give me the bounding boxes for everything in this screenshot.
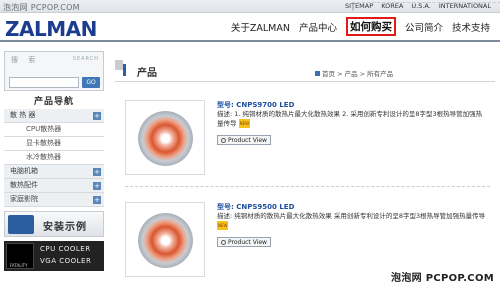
sidebar-item-label: 散热配件 [10,181,38,189]
search-go-button[interactable]: GO [82,77,100,88]
breadcrumb: 首页 > 产品 > 所有产品 [315,68,393,78]
header-divider [0,40,500,42]
sidebar-item-label: 散 热 器 [10,111,36,119]
page-title: 产品 [137,68,157,79]
top-links: SITEMAP | KOREA | U.S.A. | INTERNATIONAL [342,2,500,11]
product-view-label: Product View [228,137,267,144]
zalman-logo[interactable]: ZALMAN [5,17,97,41]
section-corner [115,60,123,70]
sidebar-item-home-theater[interactable]: 家庭影院 + [4,193,104,207]
product-view-button[interactable]: Product View [217,135,271,145]
sidebar-item-water-coolers[interactable]: 水冷散热器 [4,151,104,165]
page-header: 产品 首页 > 产品 > 所有产品 [115,60,495,82]
sidebar-item-cases[interactable]: 电脑机箱 + [4,165,104,179]
sidebar-item-label: 电脑机箱 [10,167,38,175]
top-link-korea[interactable]: KOREA [378,2,406,10]
cpu-cooler-label: CPU COOLER [40,245,91,253]
product-image[interactable] [125,100,205,175]
watermark-bottom: 泡泡网 PCPOP.COM [391,273,494,284]
product-description: 描述: 纯铜材质的散热片最大化散热效果 采用创新专利设计的呈8字型3根热导管加强… [217,212,487,231]
product-description-text: 描述: 1. 纯铜材质的散热片最大化散热效果 2. 采用创新专利设计的呈8字型3… [217,110,483,128]
expand-plus-icon[interactable]: + [93,168,101,176]
main-content: 产品 首页 > 产品 > 所有产品 [115,60,495,82]
nav-company[interactable]: 公司简介 [405,20,443,36]
search-label: 搜 索 [11,56,40,64]
sidebar-item-label: 水冷散热器 [26,153,61,161]
title-marker-icon [123,64,126,76]
install-banner-label: 安装示例 [43,222,87,233]
sidebar-item-accessories[interactable]: 散热配件 + [4,179,104,193]
nav-about[interactable]: 关于ZALMAN [231,20,290,36]
product-description: 描述: 1. 纯铜材质的散热片最大化散热效果 2. 采用创新专利设计的呈8字型3… [217,110,487,129]
new-badge: NEW [217,221,229,230]
product-view-button[interactable]: Product View [217,237,271,247]
install-icon [8,215,34,234]
nav-support[interactable]: 技术支持 [452,20,490,36]
nav-how-to-buy[interactable]: 如何购买 [345,17,396,36]
top-link-international[interactable]: INTERNATIONAL [436,2,494,10]
expand-plus-icon[interactable]: + [93,112,101,120]
product-description-text: 描述: 纯铜材质的散热片最大化散热效果 采用创新专利设计的呈8字型3根热导管加强… [217,212,486,220]
sidebar-item-vga-coolers[interactable]: 显卡散热器 [4,137,104,151]
product-separator [125,186,490,187]
top-link-sitemap[interactable]: SITEMAP [342,2,376,10]
sidebar-item-cpu-coolers[interactable]: CPU散热器 [4,123,104,137]
cooler-fan-image [138,111,193,166]
product-view-label: Product View [228,239,267,246]
nav-products[interactable]: 产品中心 [299,20,337,36]
product-nav-title: 产品导航 [33,97,74,107]
sidebar-item-label: CPU散热器 [26,125,62,133]
cooler-fan-image [138,213,193,268]
top-link-usa[interactable]: U.S.A. [408,2,433,10]
sidebar-item-label: 家庭影院 [10,195,38,203]
search-input[interactable] [9,77,79,88]
product-model[interactable]: 型号: CNPS9700 LED [217,100,294,110]
expand-plus-icon[interactable]: + [93,182,101,190]
home-icon [315,71,320,76]
vga-cooler-label: VGA COOLER [40,257,92,265]
fatality-logo-icon: FATALITY [6,243,34,269]
install-example-banner[interactable]: 安装示例 [4,211,104,237]
fatality-label: FATALITY [10,263,28,268]
magnifier-icon [221,138,226,143]
breadcrumb-text[interactable]: 首页 > 产品 > 所有产品 [322,70,393,78]
fatality-banner[interactable]: FATALITY CPU COOLER VGA COOLER [4,241,104,271]
product-image[interactable] [125,202,205,277]
product-model[interactable]: 型号: CNPS9500 LED [217,202,294,212]
sidebar: 搜 索 SEARCH GO 产品导航 散 热 器 + CPU散热器 显卡散热器 水… [4,51,104,271]
new-badge: NEW [238,119,251,128]
sidebar-item-coolers[interactable]: 散 热 器 + [4,109,104,123]
sidebar-item-label: 显卡散热器 [26,139,61,147]
main-nav: 关于ZALMAN 产品中心 如何购买 公司简介 技术支持 [222,17,490,36]
watermark-top: 泡泡网 PCPOP.COM [3,3,80,12]
search-brand: SEARCH [72,56,99,62]
expand-plus-icon[interactable]: + [93,196,101,204]
magnifier-icon [221,240,226,245]
search-panel: 搜 索 SEARCH GO [4,51,104,91]
